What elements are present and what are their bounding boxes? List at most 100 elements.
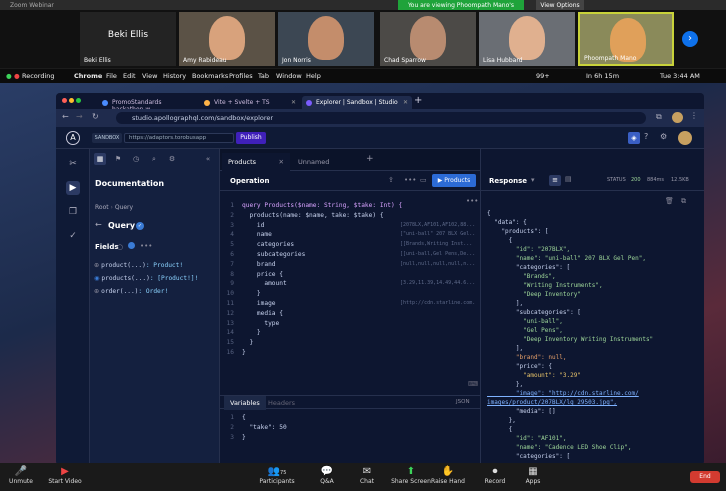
tab-close-icon[interactable]: ✕ xyxy=(291,99,296,106)
calendar-timer[interactable]: In 6h 15m xyxy=(586,72,619,80)
history-docs-icon[interactable]: ❐ xyxy=(66,205,80,219)
menu-file[interactable]: File xyxy=(106,72,117,80)
doc-field-row[interactable]: ⊕ order(...): Order! xyxy=(94,288,218,298)
copy-icon[interactable]: ⧉ xyxy=(681,197,686,206)
settings-icon[interactable]: ⚙ xyxy=(166,153,178,165)
menu-tab[interactable]: Tab xyxy=(258,72,269,80)
menu-edit[interactable]: Edit xyxy=(123,72,136,80)
save-icon[interactable]: ▭ xyxy=(420,176,427,184)
response-options-icon[interactable]: ▾ xyxy=(531,176,535,184)
code-line[interactable]: 8 price { xyxy=(222,270,283,280)
code-line[interactable]: 14 } xyxy=(222,328,261,338)
browser-tab[interactable]: PromoStandards hackathon w xyxy=(98,96,198,113)
field-select-all-icon[interactable] xyxy=(128,242,135,249)
code-line[interactable]: 3 id xyxy=(222,221,264,231)
participant-tile[interactable]: Beki Ellis Beki Ellis xyxy=(80,12,176,66)
code-line[interactable]: 4 name xyxy=(222,230,272,240)
settings-gear-icon[interactable]: ⚙ xyxy=(660,132,667,141)
doc-field-row[interactable]: ⊕ product(...): Product! xyxy=(94,262,218,272)
keyboard-icon[interactable]: ⌨ xyxy=(468,380,478,388)
menu-help[interactable]: Help xyxy=(306,72,321,80)
gallery-next-icon[interactable]: › xyxy=(682,31,698,47)
response-json-view-icon[interactable]: ≡ xyxy=(549,175,561,186)
code-line[interactable]: 5 categories xyxy=(222,240,294,250)
browser-tab-active[interactable]: Explorer | Sandbox | Studio ✕ xyxy=(302,96,412,109)
maximize-window-icon[interactable] xyxy=(76,98,81,103)
more-icon[interactable]: ••• xyxy=(140,242,152,250)
back-icon[interactable]: ← xyxy=(62,112,69,121)
browser-tab[interactable]: Vite + Svelte + TS ✕ xyxy=(200,96,300,109)
more-icon[interactable]: ••• xyxy=(404,176,416,184)
code-line[interactable]: 15 } xyxy=(222,338,254,348)
participants-button[interactable]: 👥75 Participants xyxy=(252,466,302,485)
search-icon[interactable]: ⌕ xyxy=(148,153,160,165)
menu-bookmarks[interactable]: Bookmarks xyxy=(192,72,228,80)
app-menu[interactable]: Chrome xyxy=(74,72,102,80)
tab-variables[interactable]: Variables xyxy=(224,396,266,410)
variable-line[interactable]: 3} xyxy=(222,433,245,443)
apollo-logo-icon[interactable]: A xyxy=(66,131,80,145)
end-button[interactable]: End xyxy=(690,471,720,483)
field-selected-check-icon[interactable]: ◉ xyxy=(94,275,99,282)
tab-close-icon[interactable]: ✕ xyxy=(279,158,284,166)
response-json[interactable]: { "data": { "products": [ { "id": "207BL… xyxy=(487,209,703,463)
code-line[interactable]: 10 } xyxy=(222,289,261,299)
code-line[interactable]: 6 subcategories xyxy=(222,250,305,260)
menu-window[interactable]: Window xyxy=(276,72,302,80)
participant-tile[interactable]: Amy Rabideau xyxy=(179,12,275,66)
browser-menu-icon[interactable]: ⋮ xyxy=(690,111,698,120)
tab-unnamed[interactable]: Unnamed xyxy=(292,153,360,171)
variables-code-area[interactable]: 1{2 "take": 50 3} xyxy=(222,413,478,463)
publish-button[interactable]: Publish xyxy=(236,132,266,144)
chat-button[interactable]: ✉ Chat xyxy=(342,466,392,485)
help-icon[interactable]: ? xyxy=(644,132,648,141)
view-options-button[interactable]: View Options xyxy=(536,0,584,10)
forward-icon[interactable]: → xyxy=(76,112,83,121)
checks-icon[interactable]: ✓ xyxy=(66,229,80,243)
run-operation-button[interactable]: ▶ Products xyxy=(432,174,476,187)
participant-tile[interactable]: Chad Sparrow xyxy=(380,12,476,66)
code-line[interactable]: 9 amount xyxy=(222,279,286,289)
bookmark-icon[interactable]: ⚑ xyxy=(112,153,124,165)
doc-field-row[interactable]: ◉ products(...): [Product!]! xyxy=(94,275,218,285)
variable-line[interactable]: 1{ xyxy=(222,413,245,423)
url-input[interactable]: studio.apollographql.com/sandbox/explore… xyxy=(116,112,646,124)
tab-headers[interactable]: Headers xyxy=(268,399,295,407)
history-icon[interactable]: ◷ xyxy=(130,153,142,165)
participant-tile[interactable]: Jon Norris xyxy=(278,12,374,66)
extensions-icon[interactable]: ⧉ xyxy=(656,112,662,122)
schema-icon[interactable]: ✂ xyxy=(66,157,80,171)
code-line[interactable]: 1 query Products($name: String, $take: In… xyxy=(222,201,402,211)
minimize-window-icon[interactable] xyxy=(69,98,74,103)
code-line[interactable]: 2 products(name: $name, take: $take) { xyxy=(222,211,383,221)
breadcrumb-root[interactable]: Root xyxy=(95,204,109,211)
add-tab-icon[interactable]: + xyxy=(366,154,374,164)
close-window-icon[interactable] xyxy=(62,98,67,103)
code-line[interactable]: 11 image xyxy=(222,299,276,309)
new-tab-icon[interactable]: + xyxy=(414,95,422,106)
code-line[interactable]: 12 media { xyxy=(222,309,283,319)
field-add-icon[interactable]: ○ xyxy=(117,243,123,251)
start-video-button[interactable]: ▶ Start Video xyxy=(40,466,90,485)
clock[interactable]: Tue 3:44 AM xyxy=(660,72,700,80)
breadcrumb-query[interactable]: Query xyxy=(115,204,133,211)
profile-avatar[interactable] xyxy=(672,112,683,123)
endpoint-input[interactable]: https://adaptors.torobusapp xyxy=(124,133,234,143)
participant-tile-active-speaker[interactable]: Phoompath Mano xyxy=(578,12,674,66)
response-table-view-icon[interactable]: ▤ xyxy=(565,175,572,183)
tab-close-icon[interactable]: ✕ xyxy=(403,99,408,106)
field-add-icon[interactable]: ⊕ xyxy=(94,288,99,295)
tab-products[interactable]: Products ✕ xyxy=(222,153,290,171)
theme-icon[interactable]: ◈ xyxy=(628,132,640,144)
delete-icon[interactable]: 🗑 xyxy=(665,197,674,205)
docs-tab-icon[interactable]: ▦ xyxy=(94,153,106,165)
query-code-area[interactable]: 1 query Products($name: String, $take: In… xyxy=(222,201,478,391)
participant-tile[interactable]: Lisa Hubbard xyxy=(479,12,575,66)
menu-history[interactable]: History xyxy=(163,72,186,80)
raise-hand-button[interactable]: ✋ Raise Hand xyxy=(423,466,473,485)
apps-button[interactable]: ▦ Apps xyxy=(508,466,558,485)
code-line[interactable]: 7 brand xyxy=(222,260,275,270)
user-avatar[interactable] xyxy=(678,131,692,145)
back-arrow-icon[interactable]: ← xyxy=(95,220,102,229)
variable-line[interactable]: 2 "take": 50 xyxy=(222,423,286,433)
